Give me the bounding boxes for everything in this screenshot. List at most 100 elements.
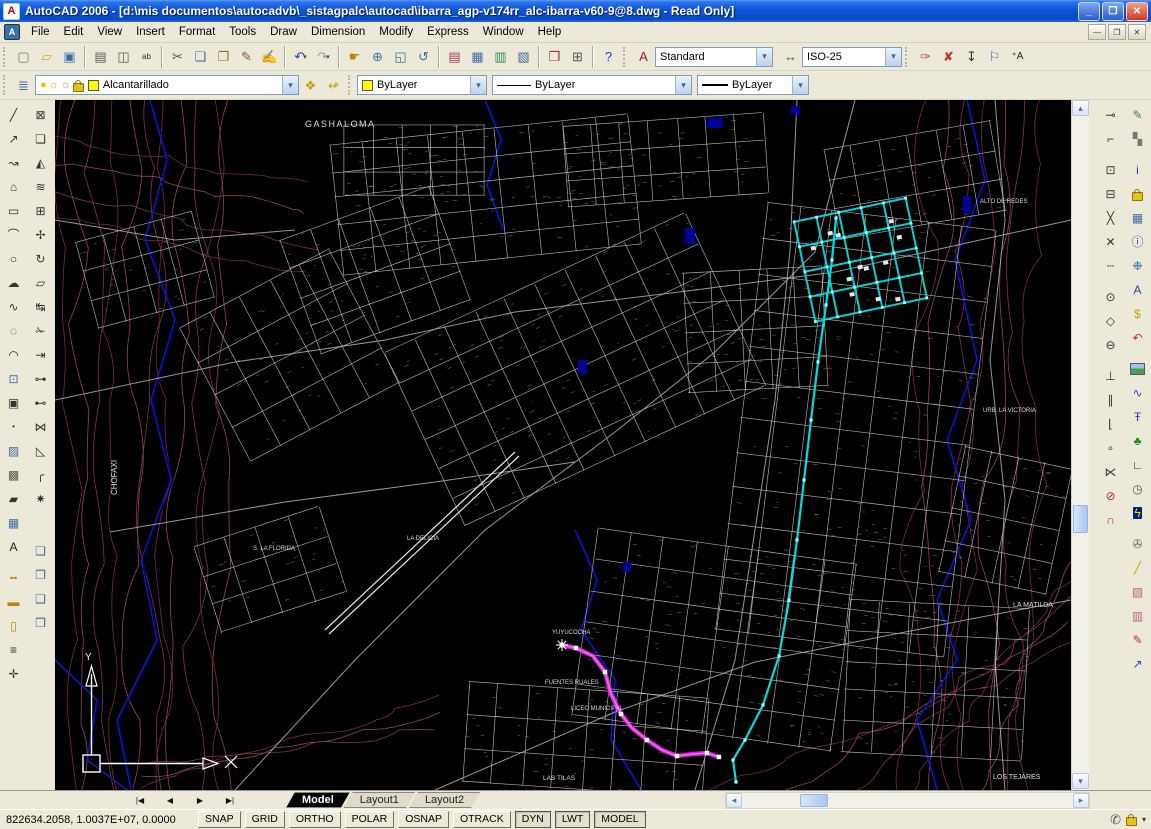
text-style-combo-arrow-icon[interactable]: ▾ — [756, 48, 772, 66]
menu-file[interactable]: File — [24, 24, 57, 41]
clock-icon[interactable]: ◷ — [1126, 478, 1150, 500]
insert-block-icon[interactable]: ⊡ — [2, 368, 26, 390]
lock-icon[interactable] — [1126, 183, 1150, 205]
text-style-icon[interactable]: A — [632, 45, 655, 69]
snap-endpoint-icon[interactable]: ⊡ — [1099, 159, 1123, 181]
zoom-previous-icon[interactable]: ↺ — [412, 45, 435, 69]
construction-line-icon[interactable]: ↗ — [2, 128, 26, 150]
landscape-icon[interactable] — [1126, 358, 1150, 380]
draworder-back-icon[interactable]: ❐ — [29, 564, 53, 586]
toolbar-grip[interactable] — [905, 47, 910, 67]
zoom-realtime-icon[interactable]: ⊕ — [366, 45, 389, 69]
tab-model[interactable]: Model — [286, 792, 350, 808]
redo-icon-dropdown-arrow-icon[interactable]: ▾ — [326, 53, 330, 61]
rectangle-icon[interactable]: ▭ — [2, 200, 26, 222]
block-editor-icon[interactable]: ✍ — [258, 45, 281, 69]
toolbar-grip[interactable] — [3, 47, 8, 67]
horizontal-scroll-thumb[interactable] — [800, 794, 828, 807]
toggle-otrack[interactable]: OTRACK — [453, 811, 511, 828]
stamp-icon[interactable]: ▚ — [1126, 128, 1150, 150]
lightning-icon[interactable]: ϟ — [1126, 502, 1150, 524]
snap-nearest-icon[interactable]: ⋉ — [1099, 461, 1123, 483]
array-icon[interactable]: ⊞ — [29, 200, 53, 222]
area-icon[interactable]: ▬ — [2, 591, 26, 613]
snap-extension-icon[interactable]: ┄ — [1099, 255, 1123, 277]
snap-intersection-icon[interactable]: ╳ — [1099, 207, 1123, 229]
rotate-icon[interactable]: ↻ — [29, 248, 53, 270]
clip-icon[interactable]: ✇ — [1126, 533, 1150, 555]
tab-layout2[interactable]: Layout2 — [409, 792, 480, 808]
new-icon[interactable]: ▢ — [12, 45, 35, 69]
sheetset-icon[interactable]: ▧ — [512, 45, 535, 69]
ellipse-icon[interactable]: ◌ — [2, 320, 26, 342]
paste-icon[interactable]: ❐ — [212, 45, 235, 69]
coordinate-readout[interactable]: 822634.2058, 1.0037E+07, 0.0000 — [0, 814, 196, 826]
snap-apparent-intersection-icon[interactable]: ✕ — [1099, 231, 1123, 253]
draworder-under-icon[interactable]: ❒ — [29, 612, 53, 634]
distance-icon[interactable]: ╍ — [2, 567, 26, 589]
snap-none-icon[interactable]: ⊘ — [1099, 485, 1123, 507]
extend-icon[interactable]: ⇥ — [29, 344, 53, 366]
copy-object-icon[interactable]: ❏ — [29, 128, 53, 150]
toggle-ortho[interactable]: ORTHO — [289, 811, 341, 828]
revcloud-icon[interactable]: ☁ — [2, 272, 26, 294]
mass-properties-icon[interactable]: ▯ — [2, 615, 26, 637]
region-icon[interactable]: ▰ — [2, 488, 26, 510]
undo-icon[interactable]: ↶▾ — [289, 45, 312, 69]
layer-combo-arrow-icon[interactable]: ▾ — [282, 76, 298, 94]
graph-icon[interactable]: ∟ — [1126, 454, 1150, 476]
vertical-scroll-thumb[interactable] — [1073, 505, 1088, 533]
lineweight-combo-arrow-icon[interactable]: ▾ — [792, 76, 808, 94]
osnap-settings-icon[interactable]: ∩ — [1099, 509, 1123, 531]
erase-icon[interactable]: ⊠ — [29, 104, 53, 126]
text-edit-icon[interactable]: A — [1126, 279, 1150, 301]
communication-center-icon[interactable]: ✆ — [1110, 812, 1121, 828]
dimension-edit-icon[interactable]: ✑ — [914, 45, 937, 69]
copy-icon[interactable]: ❏ — [189, 45, 212, 69]
add-text-icon[interactable]: ⁺A — [1006, 45, 1029, 69]
scroll-left-button[interactable]: ◂ — [726, 793, 742, 808]
toolbar-grip[interactable] — [3, 75, 8, 95]
table-icon[interactable]: ▦ — [2, 512, 26, 534]
restore-button[interactable]: ❐ — [1102, 2, 1124, 21]
scroll-down-button[interactable]: ▾ — [1072, 773, 1089, 789]
menu-express[interactable]: Express — [420, 24, 476, 41]
layer-combo[interactable]: ●☼☼ Alcantarillado ▾ — [35, 75, 299, 95]
ellipse-arc-icon[interactable]: ◠ — [2, 344, 26, 366]
menu-modify[interactable]: Modify — [372, 24, 420, 41]
temp-track-point-icon[interactable]: ⊸ — [1099, 104, 1123, 126]
toolbar-lock-icon[interactable] — [1126, 817, 1137, 826]
explode-icon[interactable]: ✷ — [29, 488, 53, 510]
elevation-icon[interactable]: ↧ — [960, 45, 983, 69]
snap-parallel-icon[interactable]: ∥ — [1099, 389, 1123, 411]
search-effects-icon[interactable]: ❉ — [1126, 255, 1150, 277]
doc-restore-button[interactable]: ❐ — [1108, 24, 1126, 40]
toggle-polar[interactable]: POLAR — [345, 811, 395, 828]
trim-icon[interactable]: ✁ — [29, 320, 53, 342]
menu-window[interactable]: Window — [476, 24, 531, 41]
cost-icon[interactable]: $ — [1126, 303, 1150, 325]
snap-node-icon[interactable]: ∘ — [1099, 437, 1123, 459]
polyline-icon[interactable]: ↝ — [2, 152, 26, 174]
toggle-snap[interactable]: SNAP — [198, 811, 241, 828]
dim-style-combo[interactable]: ISO-25 ▾ — [802, 47, 902, 67]
spline-icon[interactable]: ∿ — [2, 296, 26, 318]
status-menu-arrow-icon[interactable]: ▾ — [1142, 815, 1146, 824]
publish-icon[interactable]: ab — [135, 45, 158, 69]
horizontal-scrollbar[interactable]: ◂ ▸ — [725, 792, 1090, 809]
pan-icon[interactable]: ☛ — [343, 45, 366, 69]
chamfer-icon[interactable]: ◺ — [29, 440, 53, 462]
color-combo[interactable]: ByLayer ▾ — [357, 75, 487, 95]
scale-icon[interactable]: ▱ — [29, 272, 53, 294]
layer-manager-icon[interactable]: ≣ — [12, 73, 35, 97]
snap-midpoint-icon[interactable]: ⊟ — [1099, 183, 1123, 205]
menu-dimension[interactable]: Dimension — [304, 24, 372, 41]
gradient-icon[interactable]: ▩ — [2, 464, 26, 486]
tool-palettes-icon[interactable]: ▥ — [489, 45, 512, 69]
vertical-scrollbar[interactable]: ▴ ▾ — [1071, 100, 1089, 790]
toggle-lwt[interactable]: LWT — [555, 811, 590, 828]
stretch-icon[interactable]: ↹ — [29, 296, 53, 318]
plot-preview-icon[interactable]: ◫ — [112, 45, 135, 69]
hatch-icon[interactable]: ▨ — [2, 440, 26, 462]
profile-edit-icon[interactable]: ✎ — [1126, 104, 1150, 126]
